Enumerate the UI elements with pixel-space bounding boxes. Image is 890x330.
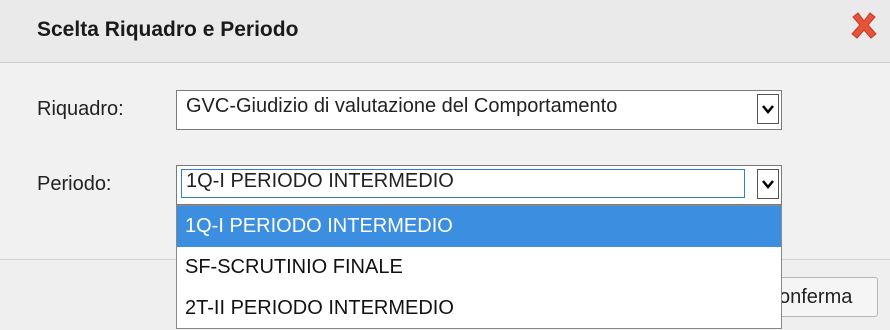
periodo-select[interactable]: 1Q-I PERIODO INTERMEDIO <box>176 165 782 205</box>
dropdown-option[interactable]: SF-SCRUTINIO FINALE <box>177 247 781 288</box>
chevron-down-icon[interactable] <box>757 94 779 124</box>
dialog-titlebar: Scelta Riquadro e Periodo <box>0 0 890 63</box>
dropdown-option[interactable]: 1Q-I PERIODO INTERMEDIO <box>177 206 781 247</box>
dialog-title: Scelta Riquadro e Periodo <box>37 18 299 41</box>
dropdown-option[interactable]: 2T-II PERIODO INTERMEDIO <box>177 288 781 328</box>
riquadro-label: Riquadro: <box>37 98 124 120</box>
close-x-icon <box>851 12 877 39</box>
riquadro-select[interactable]: GVC-Giudizio di valutazione del Comporta… <box>176 90 782 130</box>
riquadro-select-value: GVC-Giudizio di valutazione del Comporta… <box>186 95 618 117</box>
periodo-select-value: 1Q-I PERIODO INTERMEDIO <box>186 170 454 192</box>
periodo-dropdown-list: 1Q-I PERIODO INTERMEDIO SF-SCRUTINIO FIN… <box>176 205 782 329</box>
periodo-label: Periodo: <box>37 173 112 195</box>
chevron-down-icon[interactable] <box>757 169 779 199</box>
close-button[interactable] <box>848 10 880 42</box>
dialog-window: Scelta Riquadro e Periodo Riquadro: GVC-… <box>0 0 890 330</box>
